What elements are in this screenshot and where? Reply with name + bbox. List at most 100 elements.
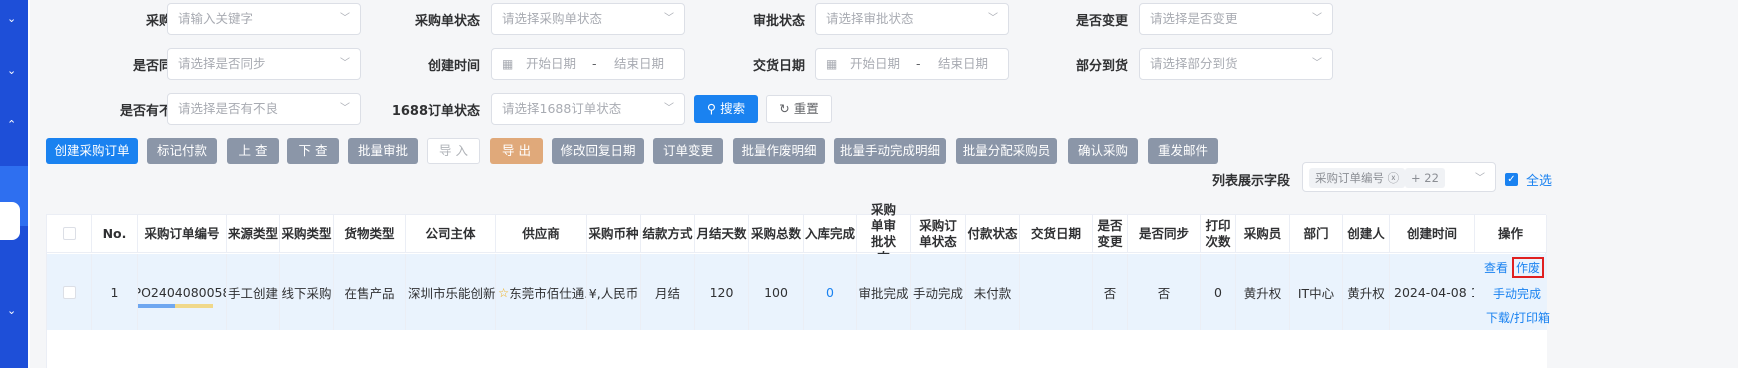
field-tag: 采购订单编号 ⓧ: [1309, 168, 1406, 188]
search-icon: ⚲: [706, 101, 721, 116]
order-change-button[interactable]: 订单变更: [653, 138, 723, 164]
view-link[interactable]: 查看: [1484, 259, 1508, 276]
chevron-down-icon[interactable]: ⌄: [7, 305, 17, 316]
cell-status: 手动完成: [911, 254, 966, 330]
lookup-down-button[interactable]: 下 查: [287, 138, 339, 164]
col-header: 创建时间: [1390, 215, 1475, 253]
cell-in-stock[interactable]: 0: [804, 254, 857, 330]
po-status-select[interactable]: 请选择采购单状态 ﹀: [491, 3, 685, 35]
reset-button[interactable]: ↻ 重置: [766, 95, 832, 123]
created-time-range[interactable]: ▦ 开始日期 - 结束日期: [491, 48, 685, 80]
order-1688-status-label: 1688订单状态: [391, 104, 480, 119]
cell-no: 1: [92, 254, 138, 330]
cell-ops: 查看 作废 手动完成 下载/打印箱: [1474, 254, 1550, 330]
select-all-checkbox[interactable]: ✓: [1505, 173, 1518, 186]
end-date: 结束日期: [938, 56, 989, 71]
cell-creator: 黄升权: [1343, 254, 1390, 330]
start-date: 开始日期: [850, 56, 901, 71]
cell-company: 深圳市乐能创新...: [406, 254, 496, 330]
delivery-date-range[interactable]: ▦ 开始日期 - 结束日期: [815, 48, 1009, 80]
row-checkbox-cell[interactable]: [47, 254, 92, 330]
chevron-down-icon: ﹀: [664, 13, 674, 24]
cell-buyer: 黄升权: [1236, 254, 1290, 330]
modify-reply-date-button[interactable]: 修改回复日期: [552, 138, 644, 164]
cell-synced: 否: [1128, 254, 1201, 330]
chevron-down-icon: ﹀: [340, 103, 350, 114]
download-print-link[interactable]: 下载/打印箱: [1486, 309, 1550, 326]
display-fields-select[interactable]: 采购订单编号 ⓧ + 22 ﹀: [1302, 162, 1496, 192]
void-link[interactable]: 作废: [1512, 257, 1545, 278]
search-button[interactable]: ⚲ 搜索: [694, 95, 758, 123]
date-separator: -: [916, 56, 921, 71]
chevron-down-icon[interactable]: ⌄: [7, 13, 17, 24]
chevron-down-icon: ﹀: [988, 13, 998, 24]
col-header: 结款方式: [641, 215, 695, 253]
chevron-down-icon: ﹀: [1312, 58, 1322, 69]
col-header: 采购员: [1236, 215, 1290, 253]
batch-assign-buyer-button[interactable]: 批量分配采购员: [956, 138, 1057, 164]
chevron-down-icon: ﹀: [1475, 173, 1485, 184]
col-header: 交货日期: [1020, 215, 1093, 253]
cell-changed: 否: [1093, 254, 1128, 330]
create-po-button[interactable]: 创建采购订单: [46, 138, 138, 164]
start-date: 开始日期: [526, 56, 577, 71]
manual-complete-link[interactable]: 手动完成: [1493, 285, 1541, 302]
col-header: 操作: [1475, 215, 1547, 253]
status-bar: [138, 303, 213, 308]
batch-void-detail-button[interactable]: 批量作废明细: [733, 138, 825, 164]
cell-pay-status: 未付款: [966, 254, 1020, 330]
header-checkbox-cell[interactable]: [47, 215, 92, 253]
cell-payment: 月结: [641, 254, 695, 330]
cell-source: 手工创建: [227, 254, 280, 330]
display-fields-label: 列表展示字段: [1212, 174, 1291, 189]
mark-payment-button[interactable]: 标记付款: [147, 138, 217, 164]
po-status-label: 采购单状态: [414, 14, 480, 29]
changed-label: 是否变更: [1075, 14, 1128, 29]
confirm-purchase-button[interactable]: 确认采购: [1068, 138, 1138, 164]
row-checkbox[interactable]: [62, 285, 76, 299]
batch-manual-complete-button[interactable]: 批量手动完成明细: [834, 138, 946, 164]
more-fields-tag: + 22: [1405, 168, 1445, 188]
cell-delivery: [1020, 254, 1093, 330]
batch-approve-button[interactable]: 批量审批: [348, 138, 418, 164]
chevron-up-icon[interactable]: ⌃: [7, 119, 17, 130]
calendar-icon: ▦: [826, 57, 838, 71]
delivery-date-label: 交货日期: [752, 59, 805, 74]
resend-email-button[interactable]: 重发邮件: [1148, 138, 1218, 164]
close-icon[interactable]: ⓧ: [1388, 171, 1400, 185]
partial-delivery-select[interactable]: 请选择部分到货 ﹀: [1139, 48, 1333, 80]
order-1688-status-select[interactable]: 请选择1688订单状态 ﹀: [491, 93, 685, 125]
po-table: No. 采购订单编号 来源类型 采购类型 货物类型 公司主体 供应商 采购币种 …: [46, 202, 1550, 369]
select-all-label[interactable]: 全选: [1526, 170, 1552, 189]
header-checkbox[interactable]: [62, 227, 76, 240]
created-time-label: 创建时间: [427, 59, 480, 74]
po-number[interactable]: PO2404080058: [138, 285, 226, 300]
import-button[interactable]: 导 入: [427, 138, 480, 164]
refresh-icon: ↻: [779, 101, 794, 116]
sidebar-selected-indicator: [0, 202, 20, 240]
calendar-icon: ▦: [502, 57, 514, 71]
export-button[interactable]: 导 出: [490, 138, 543, 164]
cell-po: PO2404080058: [138, 254, 227, 330]
lookup-up-button[interactable]: 上 查: [227, 138, 279, 164]
col-header: 创建人: [1343, 215, 1390, 253]
col-header: 采购总数: [749, 215, 804, 253]
partial-delivery-label: 部分到货: [1075, 59, 1128, 74]
cell-goods-type: 在售产品: [334, 254, 406, 330]
changed-select[interactable]: 请选择是否变更 ﹀: [1139, 3, 1333, 35]
cell-approval: 审批完成: [857, 254, 911, 330]
col-header: 是否变更: [1093, 215, 1128, 253]
col-header: 部门: [1290, 215, 1343, 253]
col-header: No.: [92, 215, 138, 253]
synced-select[interactable]: 请选择是否同步 ﹀: [167, 48, 361, 80]
approval-status-select[interactable]: 请选择审批状态 ﹀: [815, 3, 1009, 35]
defective-select[interactable]: 请选择是否有不良 ﹀: [167, 93, 361, 125]
chevron-down-icon[interactable]: ⌄: [7, 65, 17, 76]
cell-currency: ¥,人民币: [587, 254, 641, 330]
date-separator: -: [592, 56, 597, 71]
col-header: 入库完成: [804, 215, 857, 253]
col-header: 供应商: [496, 215, 587, 253]
buyer-input[interactable]: 请输入关键字 ﹀: [167, 3, 361, 35]
col-header: 打印次数: [1201, 215, 1236, 253]
col-header: 付款状态: [966, 215, 1020, 253]
